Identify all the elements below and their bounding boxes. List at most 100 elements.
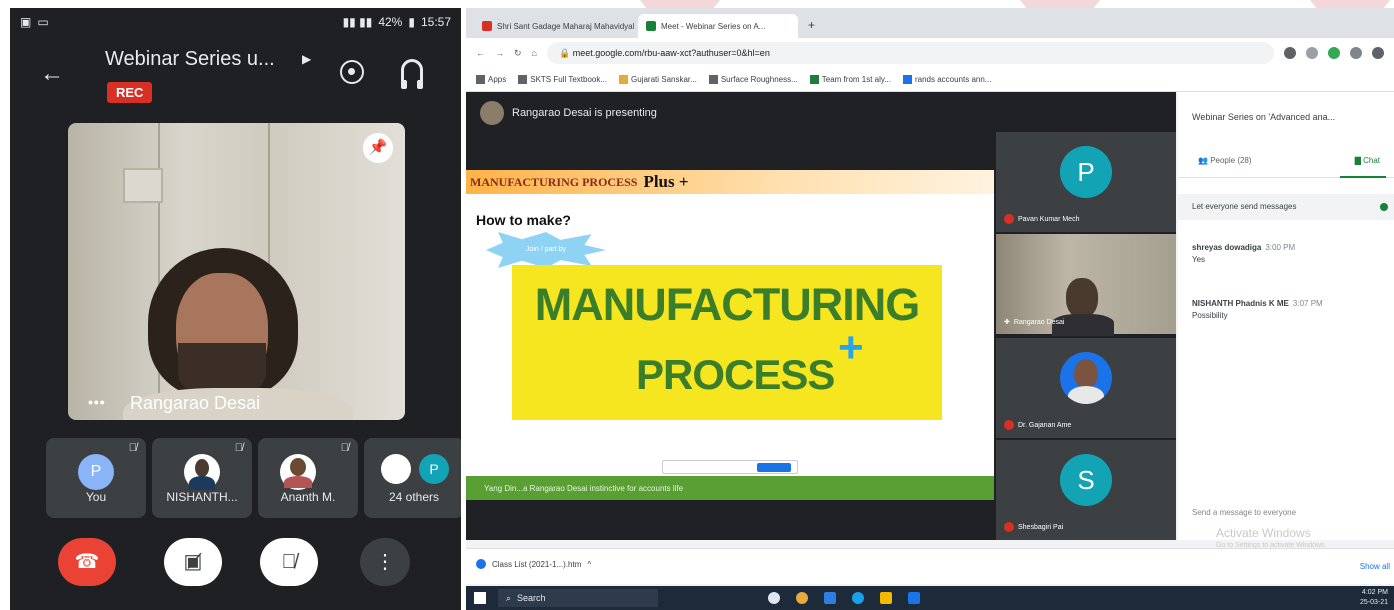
browser-tab-active[interactable]: Meet - Webinar Series on A... (638, 14, 798, 38)
browser-tab[interactable]: Shri Sant Gadage Maharaj Mahavidyalaya (474, 14, 634, 38)
more-options-button[interactable]: ⋮ (360, 538, 410, 586)
participant-tile-ananth[interactable]: 🎙̸ Ananth M. (258, 438, 358, 518)
windows-start-icon[interactable] (474, 592, 486, 604)
meet-icon (646, 21, 656, 31)
download-item[interactable]: Class List (2021-1...).htm ^ (476, 559, 591, 569)
avatar (381, 454, 411, 484)
home-icon[interactable]: ⌂ (532, 48, 537, 58)
search-icon: ⌕ (506, 592, 512, 603)
participant-tiles: 🎙̸ P You 🎙̸ NISHANTH... 🎙̸ Ananth M. P 2… (46, 438, 461, 518)
lock-icon: 🔒 (558, 47, 573, 58)
chevron-up-icon[interactable]: ^ (587, 560, 591, 569)
extension-icon[interactable] (1328, 47, 1340, 59)
participant-tile-nishanth[interactable]: 🎙̸ NISHANTH... (152, 438, 252, 518)
presenter-name: Rangarao Desai (130, 393, 261, 413)
chevron-right-icon[interactable]: ▶ (302, 52, 311, 66)
apps-icon (476, 75, 485, 85)
battery-level: 42% (378, 15, 403, 29)
end-call-button[interactable]: ☎ (58, 538, 116, 586)
avatar (184, 454, 220, 490)
chat-message: shreyas dowadiga 3:00 PM Yes (1192, 242, 1382, 266)
chat-message: NISHANTH Phadnis K ME 3:07 PM Possibility (1192, 298, 1382, 322)
taskbar-search[interactable]: ⌕ Search (498, 589, 658, 607)
stop-sharing-button[interactable] (757, 463, 791, 472)
people-icon: 👥 (1198, 156, 1211, 165)
reload-icon[interactable]: ↻ (514, 48, 522, 59)
participant-tile-others[interactable]: P 24 others (364, 438, 461, 518)
camera-icon[interactable] (1284, 47, 1296, 59)
participant-name: Shesbagiri Pai (1018, 523, 1064, 531)
task-view-icon[interactable] (768, 592, 780, 604)
participant-tile[interactable]: ✚ Rangarao Desai (996, 234, 1176, 336)
file-explorer-icon[interactable] (880, 592, 892, 604)
participant-name: Ananth M. (280, 490, 336, 504)
more-options-icon[interactable]: ••• (88, 394, 106, 410)
switch-camera-icon[interactable] (340, 60, 364, 84)
forward-icon[interactable]: → (495, 48, 504, 58)
slide-header-plus: Plus + (643, 172, 689, 191)
stop-sharing-bar[interactable] (662, 460, 798, 474)
camera-off-button[interactable]: ▣̸ (164, 538, 222, 586)
profile-icon[interactable] (1372, 47, 1384, 59)
tray-date: 25-03-21 (1359, 599, 1388, 606)
avatar: P (78, 454, 114, 490)
battery-icon: ▮ (408, 15, 415, 29)
star-icon[interactable] (1306, 47, 1318, 59)
system-tray[interactable]: 4:02 PM 25-03-21 (1360, 588, 1388, 608)
globe-icon (518, 75, 528, 85)
mic-off-button[interactable]: 🎙̸ (260, 538, 318, 586)
new-tab-icon[interactable]: + (802, 12, 821, 38)
tab-title: Meet - Webinar Series on A... (661, 21, 766, 31)
browser-icon[interactable] (852, 592, 864, 604)
participant-tile[interactable]: Dr. Gajanan Ame (996, 338, 1176, 438)
chrome-icon[interactable] (796, 592, 808, 604)
edge-icon[interactable] (824, 592, 836, 604)
url-input[interactable]: 🔒 meet.google.com/rbu-aaw-xct?authuser=0… (546, 42, 1274, 64)
bookmark-item[interactable]: Surface Roughness... (708, 74, 798, 85)
bookmark-label: Apps (488, 74, 507, 84)
bookmark-item[interactable]: SKTS Full Textbook... (518, 75, 607, 85)
bookmark-icon (619, 75, 629, 85)
pinned-video[interactable]: 📌 ••• Rangarao Desai (68, 123, 405, 420)
message-time: 3:07 PM (1292, 299, 1323, 308)
windows-taskbar: ⌕ Search 4:02 PM 25-03-21 (466, 586, 1394, 610)
message-sender: NISHANTH Phadnis K ME (1192, 299, 1289, 308)
participant-label: Shesbagiri Pai (1004, 522, 1063, 532)
slide-header: MANUFACTURING PROCESS Plus + (466, 170, 994, 194)
tab-chat[interactable]: ▇ Chat (1355, 156, 1380, 165)
toggle-switch[interactable] (1380, 203, 1388, 211)
store-icon[interactable] (908, 592, 920, 604)
show-all-button[interactable]: Show all (1360, 562, 1390, 571)
bookmark-label: Surface Roughness... (720, 74, 798, 84)
participant-tile[interactable]: S Shesbagiri Pai (996, 440, 1176, 540)
pin-icon[interactable]: 📌 (363, 133, 393, 163)
bookmark-item[interactable]: rands accounts ann... (902, 75, 991, 85)
wall-lamp (123, 168, 163, 203)
tray-time: 4:02 PM (1361, 589, 1388, 596)
bookmark-label: Team from 1st aly... (821, 74, 891, 84)
participant-name: Rangarao Desai (1013, 318, 1065, 326)
download-filename: Class List (2021-1...).htm (492, 559, 582, 569)
participant-tile[interactable]: P Pavan Kumar Mech (996, 132, 1176, 232)
headphones-icon[interactable] (401, 59, 423, 89)
cast-icon: ▭ (37, 15, 49, 29)
activation-watermark: Activate Windows (1216, 526, 1311, 540)
bookmark-item[interactable]: Gujarati Sanskar... (619, 75, 697, 85)
avatar (1060, 352, 1112, 404)
meet-stage: Rangarao Desai is presenting MANUFACTURI… (466, 92, 1176, 540)
extension-icon[interactable] (1350, 47, 1362, 59)
url-text: meet.google.com/rbu-aaw-xct?authuser=0&h… (572, 48, 770, 58)
bookmark-item[interactable]: Apps (476, 74, 507, 85)
avatar (280, 454, 316, 490)
back-icon[interactable]: ← (476, 48, 485, 58)
gmail-icon (482, 21, 492, 31)
meeting-title[interactable]: Webinar Series u... (105, 48, 275, 71)
back-arrow-icon[interactable]: ← (40, 60, 64, 88)
avatar (480, 101, 504, 125)
participant-tile-you[interactable]: 🎙̸ P You (46, 438, 146, 518)
tab-people[interactable]: 👥 People (28) (1198, 156, 1252, 165)
slide-question: How to make? (476, 212, 571, 228)
bookmark-item[interactable]: Team from 1st aly... (809, 74, 891, 85)
chat-icon: ▇ (1354, 156, 1364, 165)
chat-input[interactable]: Send a message to everyone (1192, 508, 1296, 517)
